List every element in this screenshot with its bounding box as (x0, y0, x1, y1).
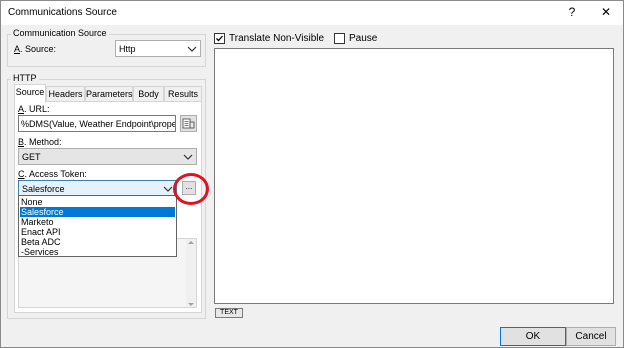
dialog-title: Communications Source (8, 7, 117, 18)
dropdown-option-marketo[interactable]: Marketo (20, 217, 175, 227)
tab-headers[interactable]: Headers (46, 86, 85, 102)
dropdown-option-enact-api[interactable]: Enact API (20, 227, 175, 237)
dropdown-option-services[interactable]: -Services (20, 247, 175, 257)
tab-results[interactable]: Results (164, 86, 202, 102)
url-label: A. URL: (18, 104, 50, 114)
tab-parameters[interactable]: Parameters (85, 86, 133, 102)
dropdown-option-salesforce[interactable]: Salesforce (20, 207, 175, 217)
http-group-title: HTTP (11, 73, 39, 83)
access-token-label: C. Access Token: (18, 169, 87, 179)
chevron-down-icon (183, 154, 193, 160)
text-mode-button[interactable]: TEXT (215, 308, 243, 318)
method-label: B. Method: (18, 137, 62, 147)
title-bar: Communications Source ? ✕ (1, 1, 623, 25)
cancel-button[interactable]: Cancel (566, 327, 616, 346)
method-select-value: GET (22, 152, 41, 162)
ok-button[interactable]: OK (500, 327, 566, 346)
insert-field-button[interactable] (180, 115, 197, 132)
chevron-down-icon (163, 186, 173, 192)
help-button[interactable]: ? (557, 2, 587, 24)
url-input[interactable]: %DMS(Value, Weather Endpoint\properties (18, 115, 176, 132)
vertical-scrollbar[interactable] (186, 239, 196, 307)
communications-source-dialog: Communications Source ? ✕ Communication … (0, 0, 624, 348)
tab-body[interactable]: Body (133, 86, 164, 102)
scroll-arrows-icon (188, 241, 194, 306)
insert-field-icon (182, 118, 195, 129)
url-input-value: %DMS(Value, Weather Endpoint\properties (21, 119, 176, 129)
preview-area[interactable] (214, 48, 614, 304)
source-label: A. Source: (14, 44, 57, 54)
method-select[interactable]: GET (18, 148, 197, 165)
chevron-down-icon (187, 46, 197, 52)
highlight-circle-annotation (173, 173, 209, 205)
dropdown-option-beta-adc[interactable]: Beta ADC (20, 237, 175, 247)
tab-source[interactable]: Source (14, 84, 46, 103)
translate-non-visible-checkbox[interactable] (214, 33, 225, 44)
communication-source-group-title: Communication Source (11, 28, 109, 38)
pause-checkbox[interactable] (334, 33, 345, 44)
access-token-dropdown-list: None Salesforce Marketo Enact API Beta A… (18, 195, 177, 257)
source-select[interactable]: Http (115, 40, 201, 57)
access-token-select-value: Salesforce (22, 184, 65, 194)
source-select-value: Http (119, 44, 136, 54)
dropdown-option-none[interactable]: None (20, 197, 175, 207)
pause-label: Pause (349, 33, 378, 44)
translate-non-visible-label: Translate Non-Visible (229, 33, 325, 44)
checkmark-icon (216, 35, 223, 42)
close-button[interactable]: ✕ (591, 2, 621, 24)
